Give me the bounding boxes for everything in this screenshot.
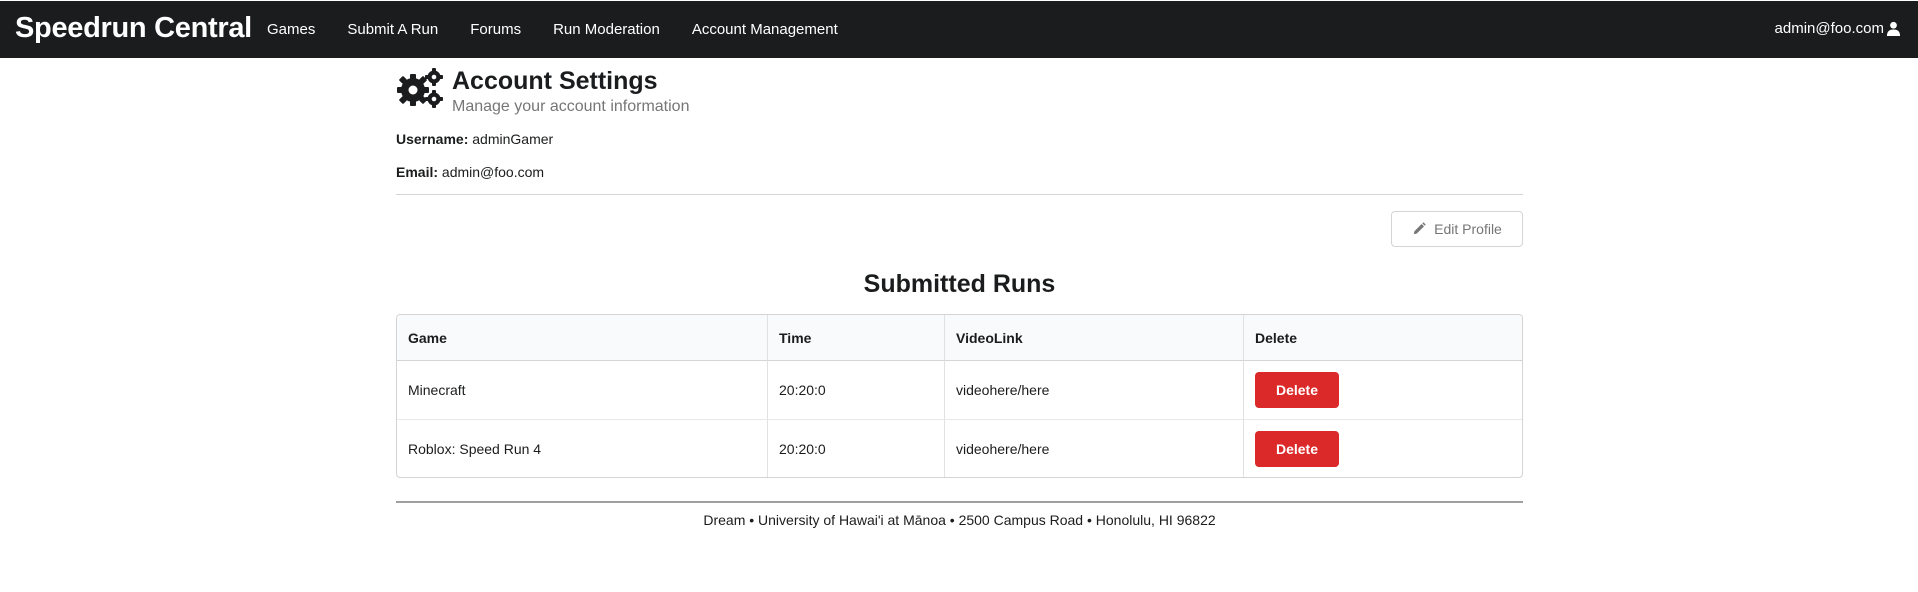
column-header-game: Game — [397, 315, 767, 361]
table-row: Roblox: Speed Run 4 20:20:0 videohere/he… — [397, 419, 1522, 477]
nav-menu: Games Submit A Run Forums Run Moderation… — [267, 1, 870, 58]
user-icon — [1886, 21, 1901, 36]
username-field: Username: adminGamer — [396, 131, 553, 147]
edit-profile-button[interactable]: Edit Profile — [1391, 211, 1523, 247]
page-subtitle: Manage your account information — [452, 98, 690, 115]
user-menu[interactable]: admin@foo.com — [1775, 20, 1901, 37]
brand-logo[interactable]: Speedrun Central — [15, 12, 252, 45]
username-value: adminGamer — [472, 131, 554, 147]
cell-delete: Delete — [1243, 419, 1522, 477]
cell-videolink: videohere/here — [944, 361, 1243, 419]
top-navbar: Speedrun Central Games Submit A Run Foru… — [0, 1, 1918, 58]
nav-item-run-moderation[interactable]: Run Moderation — [553, 21, 660, 38]
footer-address: Dream • University of Hawai'i at Mānoa •… — [703, 512, 1216, 528]
user-email-label: admin@foo.com — [1774, 20, 1884, 37]
page-title: Account Settings — [452, 67, 658, 95]
submitted-runs-title: Submitted Runs — [863, 270, 1056, 298]
table-row: Minecraft 20:20:0 videohere/here Delete — [397, 361, 1522, 419]
cell-time: 20:20:0 — [767, 361, 944, 419]
nav-item-games[interactable]: Games — [267, 21, 315, 38]
column-header-time: Time — [767, 315, 944, 361]
cell-game: Minecraft — [408, 382, 466, 398]
cell-time: 20:20:0 — [767, 419, 944, 477]
page-header: Account Settings Manage your account inf… — [396, 58, 1523, 118]
email-value: admin@foo.com — [441, 164, 545, 180]
column-header-videolink: VideoLink — [944, 315, 1243, 361]
email-label: Email: — [396, 164, 439, 180]
cell-delete: Delete — [1243, 361, 1522, 419]
cogs-icon — [397, 68, 443, 108]
footer-divider — [396, 501, 1523, 503]
delete-button[interactable]: Delete — [1255, 372, 1339, 408]
edit-profile-label: Edit Profile — [1434, 221, 1502, 237]
username-label: Username: — [396, 131, 469, 147]
email-field: Email: admin@foo.com — [396, 164, 544, 180]
cell-videolink: videohere/here — [944, 419, 1243, 477]
runs-table: Game Time VideoLink Delete Minecraft 20:… — [396, 314, 1523, 478]
nav-item-forums[interactable]: Forums — [470, 21, 521, 38]
nav-item-account-management[interactable]: Account Management — [692, 21, 838, 38]
cell-game: Roblox: Speed Run 4 — [397, 419, 767, 477]
table-header-row: Game Time VideoLink Delete — [397, 315, 1522, 361]
column-header-delete: Delete — [1243, 315, 1522, 361]
section-divider — [396, 194, 1523, 195]
pencil-icon — [1413, 222, 1426, 235]
delete-button[interactable]: Delete — [1255, 430, 1339, 467]
main-content: Account Settings Manage your account inf… — [396, 58, 1523, 528]
nav-item-submit-run[interactable]: Submit A Run — [347, 21, 438, 38]
